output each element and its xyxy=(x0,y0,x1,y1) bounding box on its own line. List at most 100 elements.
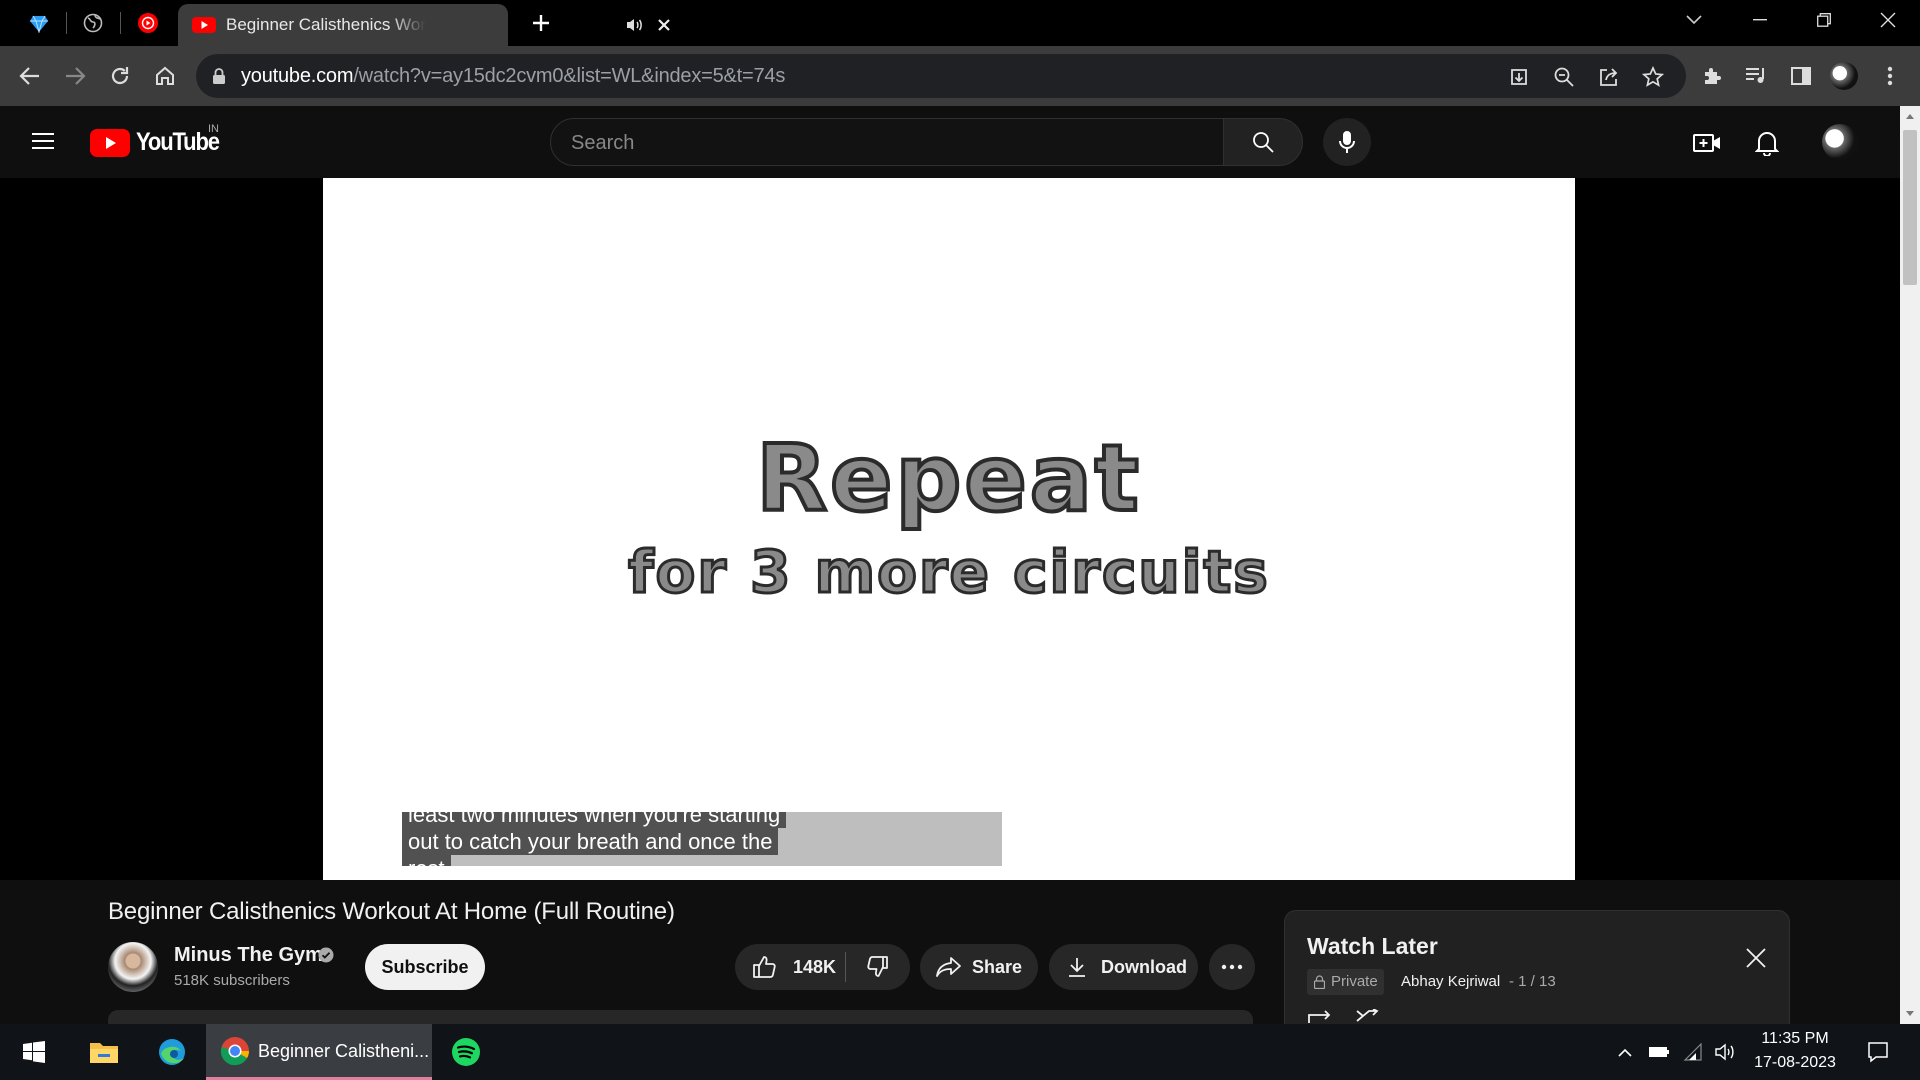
taskbar-clock-time[interactable]: 11:35 PM xyxy=(1740,1030,1850,1048)
plus-icon xyxy=(533,15,549,31)
taskbar-clock-date[interactable]: 17-08-2023 xyxy=(1740,1054,1850,1072)
download-icon xyxy=(1069,958,1085,977)
edge-button[interactable] xyxy=(148,1024,196,1080)
more-vertical-icon xyxy=(1887,66,1893,86)
side-panel-button[interactable] xyxy=(1787,62,1815,90)
reload-button[interactable] xyxy=(106,62,134,90)
speaker-icon xyxy=(1715,1043,1734,1061)
tab-title: Beginner Calisthenics Workout At Home (F… xyxy=(226,15,426,34)
forward-button[interactable] xyxy=(61,62,89,90)
scroll-down-icon[interactable] xyxy=(1905,1010,1915,1018)
verified-badge-icon xyxy=(318,947,334,963)
spotify-button[interactable] xyxy=(442,1024,490,1080)
search-button[interactable] xyxy=(1223,118,1303,166)
taskbar-chrome-window[interactable]: Beginner Calistheni... xyxy=(206,1024,432,1080)
edge-icon xyxy=(159,1039,185,1065)
battery-icon xyxy=(1649,1047,1669,1057)
windows-taskbar: Beginner Calistheni... 11:35 PM 17-08-20… xyxy=(0,1024,1920,1080)
notification-icon xyxy=(1868,1042,1888,1063)
network-status[interactable] xyxy=(1680,1024,1706,1080)
pinned-tab-gem[interactable] xyxy=(26,10,52,36)
tab-separator xyxy=(66,12,67,34)
video-player[interactable]: Repeat for 3 more circuits least two min… xyxy=(323,178,1575,880)
shuffle-icon[interactable] xyxy=(1355,1009,1381,1023)
dislike-button[interactable] xyxy=(846,944,910,990)
notifications-button[interactable] xyxy=(1752,128,1782,158)
video-title: Beginner Calisthenics Workout At Home (F… xyxy=(108,898,675,925)
video-details: Beginner Calisthenics Workout At Home (F… xyxy=(0,880,1900,1024)
arrow-left-icon xyxy=(19,67,39,85)
new-tab-button[interactable] xyxy=(526,10,556,36)
subscriber-count: 518K subscribers xyxy=(174,972,290,989)
close-tab-icon[interactable] xyxy=(656,17,672,33)
youtube-wordmark: YouTube xyxy=(136,128,220,156)
restore-button[interactable] xyxy=(1796,0,1852,40)
media-controls-button[interactable] xyxy=(1742,62,1770,90)
tab-search-button[interactable] xyxy=(1666,0,1722,40)
extensions-button[interactable] xyxy=(1698,62,1726,90)
subscribe-button[interactable]: Subscribe xyxy=(365,944,485,990)
share-button[interactable]: Share xyxy=(920,944,1038,990)
browser-tab-strip: Beginner Calisthenics Workout At Home (F… xyxy=(0,0,1920,46)
home-button[interactable] xyxy=(151,62,179,90)
scroll-thumb[interactable] xyxy=(1903,130,1917,285)
browser-menu-button[interactable] xyxy=(1876,62,1904,90)
pinned-tab-globe[interactable] xyxy=(80,10,106,36)
arrow-right-icon xyxy=(66,67,86,85)
tab-active[interactable]: Beginner Calisthenics Workout At Home (F… xyxy=(178,4,670,46)
close-playlist-button[interactable] xyxy=(1745,947,1767,969)
hamburger-icon xyxy=(32,133,54,149)
thumbs-down-icon xyxy=(867,956,888,977)
microphone-icon xyxy=(1339,131,1355,153)
show-hidden-icons-button[interactable] xyxy=(1612,1024,1638,1080)
playlist-title[interactable]: Watch Later xyxy=(1307,933,1438,960)
youtube-logo[interactable]: YouTube IN xyxy=(90,123,230,157)
more-actions-button[interactable] xyxy=(1209,944,1255,990)
lock-icon[interactable] xyxy=(212,67,226,85)
address-bar[interactable]: youtube.com/watch?v=ay15dc2cvm0&list=WL&… xyxy=(196,54,1686,98)
download-button[interactable]: Download xyxy=(1049,944,1198,990)
channel-name[interactable]: Minus The Gym xyxy=(174,944,323,967)
create-button[interactable] xyxy=(1692,128,1722,158)
description-box[interactable] xyxy=(108,1010,1253,1024)
audio-playing-icon[interactable] xyxy=(625,17,643,33)
search-box[interactable] xyxy=(550,118,1224,166)
voice-search-button[interactable] xyxy=(1323,118,1371,166)
playlist-owner[interactable]: Abhay Kejriwal xyxy=(1401,973,1500,990)
like-button[interactable]: 148K xyxy=(735,944,845,990)
volume-status[interactable] xyxy=(1712,1024,1738,1080)
close-window-button[interactable] xyxy=(1860,0,1916,40)
region-code: IN xyxy=(208,123,219,135)
zoom-icon[interactable] xyxy=(1553,66,1575,88)
pinned-tab-youtube-music[interactable] xyxy=(135,10,161,36)
caption-window[interactable]: least two minutes when you're starting o… xyxy=(402,812,1002,866)
back-button[interactable] xyxy=(16,62,44,90)
action-center-button[interactable] xyxy=(1858,1024,1898,1080)
url-text[interactable]: youtube.com/watch?v=ay15dc2cvm0&list=WL&… xyxy=(241,65,785,88)
install-app-icon[interactable] xyxy=(1508,66,1530,88)
wifi-icon xyxy=(1683,1043,1702,1061)
caption-line: out to catch your breath and once the xyxy=(402,828,779,855)
channel-avatar[interactable] xyxy=(108,942,158,992)
guide-menu-button[interactable] xyxy=(30,130,56,152)
chevron-up-icon xyxy=(1618,1048,1632,1057)
puzzle-icon xyxy=(1705,68,1721,84)
battery-status[interactable] xyxy=(1646,1024,1672,1080)
share-label: Share xyxy=(972,956,1023,977)
loop-icon[interactable] xyxy=(1307,1009,1333,1023)
caption-line: least two minutes when you're starting xyxy=(402,812,787,828)
like-divider xyxy=(845,952,846,982)
start-button[interactable] xyxy=(10,1024,58,1080)
bookmark-star-icon[interactable] xyxy=(1642,66,1664,88)
profile-avatar[interactable] xyxy=(1830,62,1858,90)
account-avatar[interactable] xyxy=(1822,124,1858,160)
file-explorer-button[interactable] xyxy=(80,1024,128,1080)
close-icon xyxy=(1746,948,1766,968)
minimize-button[interactable] xyxy=(1732,0,1788,40)
share-page-icon[interactable] xyxy=(1598,66,1620,88)
scroll-up-icon[interactable] xyxy=(1905,112,1915,120)
video-overlay-title: Repeat xyxy=(754,425,1142,532)
playlist-panel: Watch Later Private Abhay Kejriwal - 1 /… xyxy=(1284,910,1790,1024)
like-dislike-group: 148K xyxy=(735,944,910,990)
search-input[interactable] xyxy=(571,129,1171,157)
